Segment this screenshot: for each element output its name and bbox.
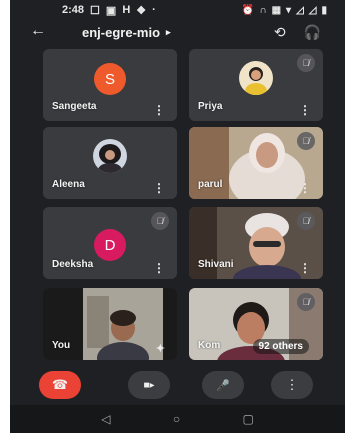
participant-name: Kom [198,340,221,351]
system-nav-bar: ◁ ○ ▢ [10,405,345,433]
video-camera-icon: ■▸ [143,379,155,391]
others-count-badge[interactable]: 92 others [252,339,309,354]
participant-name: Sangeeta [52,101,97,112]
call-controls: ☎ ■▸ 🎤 ⋮ [10,367,345,401]
meeting-code: enj-egre-mio [82,25,161,40]
status-icon: ▣ [105,4,117,17]
participant-name: Shivani [198,259,234,270]
sparkle-effects-icon[interactable]: ✦ [156,344,165,355]
caret-right-icon: ▸ [166,27,171,37]
participant-tile[interactable]: S Sangeeta ⋮ [43,49,177,121]
more-options-button[interactable]: ⋮ [271,371,313,399]
mic-off-icon: 🎙̸ [297,293,315,311]
nav-back-icon[interactable]: ◁ [101,412,110,426]
alarm-icon: ⏰ [241,4,255,16]
participant-tile-self[interactable]: You ✦ [43,288,177,360]
participant-name: Priya [198,101,223,112]
meeting-title[interactable]: enj-egre-mio ▸ [82,25,171,40]
battery-icon: ▮ [321,4,327,16]
status-icon: · [152,4,156,16]
headphones-icon[interactable]: 🎧 [304,24,321,41]
status-icon: ❖ [136,4,147,17]
mic-off-icon: 🎙̸ [297,132,315,150]
participant-name: Deeksha [52,259,94,270]
participant-tile[interactable]: 🎙̸ Shivani ⋮ [189,207,323,279]
mic-off-icon: 🎙̸ [297,54,315,72]
more-options-icon[interactable]: ⋮ [299,262,311,274]
avatar: D [94,229,126,261]
participant-name: parul [198,179,223,190]
switch-camera-icon[interactable]: ⟲ [274,24,286,41]
participant-tile[interactable]: 🎙̸ Priya ⋮ [189,49,323,121]
mic-off-icon: 🎙̸ [297,212,315,230]
headset-status-icon: ∩ [259,4,267,16]
avatar: S [94,63,126,95]
nav-home-icon[interactable]: ○ [173,412,180,426]
more-options-icon[interactable]: ⋮ [153,182,165,194]
participant-tile[interactable]: 🎙̸ D Deeksha ⋮ [43,207,177,279]
more-options-icon[interactable]: ⋮ [299,182,311,194]
participant-tile[interactable]: 🎙̸ parul ⋮ [189,127,323,199]
more-options-icon[interactable]: ⋮ [153,104,165,116]
back-arrow-icon[interactable]: ← [30,22,46,40]
data-icon: ▦ [271,4,282,16]
phone-hangup-icon: ☎ [51,377,69,392]
participant-tile-overflow[interactable]: 🎙̸ Kom 92 others [189,288,323,360]
signal-icon: ◿ [296,4,304,16]
app-bar: ← enj-egre-mio ▸ ⟲ 🎧 [10,22,345,46]
status-time: 2:48 [62,4,85,16]
microphone-icon: 🎤 [216,379,230,392]
status-bar: 2:48 ☐ ▣ H ❖ · ⏰ ∩ ▦ ▾ ◿ ◿ ▮ [10,0,345,20]
signal-icon: ◿ [308,4,317,16]
camera-toggle-button[interactable]: ■▸ [128,371,170,399]
phone-screen: 2:48 ☐ ▣ H ❖ · ⏰ ∩ ▦ ▾ ◿ ◿ ▮ ← enj-egre-… [10,0,345,433]
avatar [93,139,127,173]
end-call-button[interactable]: ☎ [39,371,81,399]
mic-toggle-button[interactable]: 🎤 [202,371,244,399]
participant-name: Aleena [52,179,85,190]
more-options-icon[interactable]: ⋮ [299,104,311,116]
status-icon: ☐ [90,4,100,17]
wifi-icon: ▾ [286,4,292,16]
avatar [239,61,273,95]
nav-recents-icon[interactable]: ▢ [242,412,253,426]
more-vertical-icon: ⋮ [285,377,299,392]
more-options-icon[interactable]: ⋮ [153,262,165,274]
mic-off-icon: 🎙̸ [151,212,169,230]
participant-tile[interactable]: Aleena ⋮ [43,127,177,199]
status-icon: H [122,4,131,16]
participant-name: You [52,340,71,351]
